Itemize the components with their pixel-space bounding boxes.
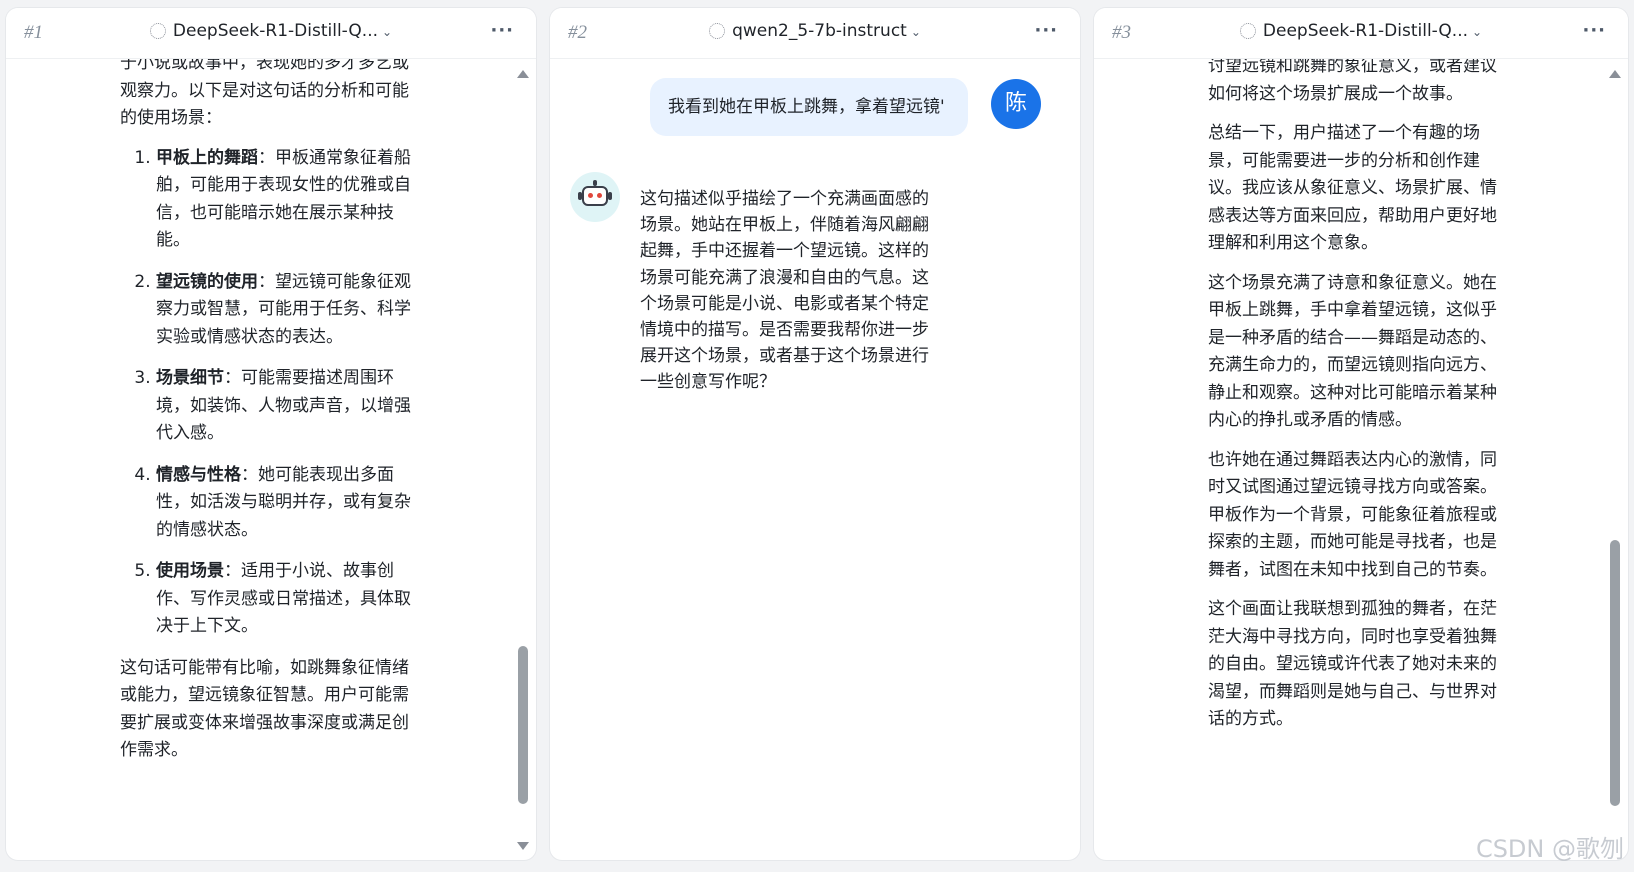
scrollbar[interactable]: [516, 66, 530, 854]
assistant-message: 这句描述似乎描绘了一个充满画面感的场景。她站在甲板上，伴随着海风翩翩起舞，手中还…: [640, 189, 929, 393]
list-item-title: 场景细节: [156, 368, 224, 388]
user-message-bubble: 我看到她在甲板上跳舞，拿着望远镜': [650, 78, 968, 136]
list-item-title: 望远镜的使用: [156, 271, 258, 292]
bot-head: [582, 186, 608, 206]
chevron-down-icon: ⌄: [1472, 25, 1483, 39]
chat-panel-2: #2 qwen2_5-7b-instruct ⌄ ··· 我看到她在甲板上跳舞，拿…: [550, 8, 1080, 860]
assistant-message: 于小说或故事中，表现她的多才多艺或观察力。以下是对这句话的分析和可能的使用场景：…: [120, 58, 420, 777]
list-item-title: 甲板上的舞蹈: [156, 147, 258, 168]
message-paragraph: 也许她在通过舞蹈表达内心的激情，同时又试图通过望远镜寻找方向或答案。甲板作为一个…: [1208, 449, 1497, 580]
bot-eye: [588, 193, 593, 198]
message-paragraph: 于小说或故事中，表现她的多才多艺或观察力。以下是对这句话的分析和可能的使用场景：: [120, 58, 409, 128]
message-paragraph: 讨望远镜和跳舞的象征意义，或者建议如何将这个场景扩展成一个故事。: [1208, 58, 1497, 104]
model-selector[interactable]: DeepSeek-R1-Distill-Q... ⌄: [1094, 21, 1628, 41]
bot-ear: [608, 192, 612, 200]
model-logo-icon: [149, 23, 166, 39]
scroll-up-icon[interactable]: [1609, 70, 1621, 78]
user-avatar: 陈: [991, 79, 1041, 129]
model-name: qwen2_5-7b-instruct: [732, 21, 907, 41]
list-item: 望远镜的使用：望远镜可能象征观察力或智慧，可能用于任务、科学实验或情感状态的表达…: [156, 269, 420, 352]
model-name: DeepSeek-R1-Distill-Q...: [1262, 21, 1469, 41]
bot-eye: [597, 193, 602, 198]
message-paragraph: 这个画面让我联想到孤独的舞者，在茫茫大海中寻找方向，同时也享受着独舞的自由。望远…: [1208, 599, 1497, 729]
model-logo-icon: [709, 23, 726, 39]
watermark: CSDN @歌刎: [1475, 835, 1624, 863]
chevron-down-icon: ⌄: [382, 25, 393, 39]
list-item-title: 情感与性格: [156, 464, 241, 485]
scroll-up-icon[interactable]: [517, 70, 529, 78]
panel-header: #3 DeepSeek-R1-Distill-Q... ⌄ ···: [1094, 8, 1628, 59]
assistant-message: 讨望远镜和跳舞的象征意义，或者建议如何将这个场景扩展成一个故事。 总结一下，用户…: [1208, 58, 1508, 746]
message-scroll-area[interactable]: 讨望远镜和跳舞的象征意义，或者建议如何将这个场景扩展成一个故事。 总结一下，用户…: [1094, 58, 1606, 860]
scrollbar[interactable]: [1608, 66, 1622, 854]
message-scroll-area[interactable]: 于小说或故事中，表现她的多才多艺或观察力。以下是对这句话的分析和可能的使用场景：…: [6, 58, 514, 860]
chevron-down-icon: ⌄: [910, 25, 921, 39]
model-name: DeepSeek-R1-Distill-Q...: [172, 21, 379, 41]
scrollbar-thumb[interactable]: [1610, 540, 1620, 806]
message-paragraph: 这个场景充满了诗意和象征意义。她在甲板上跳舞，手中拿着望远镜，这似乎是一种矛盾的…: [1208, 272, 1497, 431]
more-options-icon[interactable]: ···: [490, 20, 514, 41]
analysis-list: 甲板上的舞蹈：甲板通常象征着船舶，可能用于表现女性的优雅或自信，也可能暗示她在展…: [120, 145, 420, 641]
scroll-down-icon[interactable]: [517, 842, 529, 850]
message-paragraph: 总结一下，用户描述了一个有趣的场景，可能需要进一步的分析和创作建议。我应该从象征…: [1208, 123, 1497, 253]
panel-header: #1 DeepSeek-R1-Distill-Q... ⌄ ···: [6, 8, 536, 59]
more-options-icon[interactable]: ···: [1034, 20, 1058, 41]
model-selector[interactable]: qwen2_5-7b-instruct ⌄: [550, 21, 1080, 41]
message-paragraph: 这句话可能带有比喻，如跳舞象征情绪或能力，望远镜象征智慧。用户可能需要扩展或变体…: [120, 657, 409, 761]
chat-panel-3: #3 DeepSeek-R1-Distill-Q... ⌄ ··· 讨望远镜和跳舞…: [1094, 8, 1628, 860]
model-logo-icon: [1239, 23, 1256, 39]
bot-avatar-icon: [570, 172, 620, 222]
list-item-title: 使用场景: [156, 561, 224, 581]
scrollbar-thumb[interactable]: [518, 646, 528, 804]
list-item: 甲板上的舞蹈：甲板通常象征着船舶，可能用于表现女性的优雅或自信，也可能暗示她在展…: [156, 145, 420, 255]
chat-panel-1: #1 DeepSeek-R1-Distill-Q... ⌄ ··· 于小说或故事中…: [6, 8, 536, 860]
list-item: 场景细节：可能需要描述周围环境，如装饰、人物或声音，以增强代入感。: [156, 365, 420, 448]
more-options-icon[interactable]: ···: [1582, 20, 1606, 41]
model-selector[interactable]: DeepSeek-R1-Distill-Q... ⌄: [6, 21, 536, 41]
panel-header: #2 qwen2_5-7b-instruct ⌄ ···: [550, 8, 1080, 59]
list-item: 情感与性格：她可能表现出多面性，如活泼与聪明并存，或有复杂的情感状态。: [156, 462, 420, 545]
list-item: 使用场景：适用于小说、故事创作、写作灵感或日常描述，具体取决于上下文。: [156, 558, 420, 641]
